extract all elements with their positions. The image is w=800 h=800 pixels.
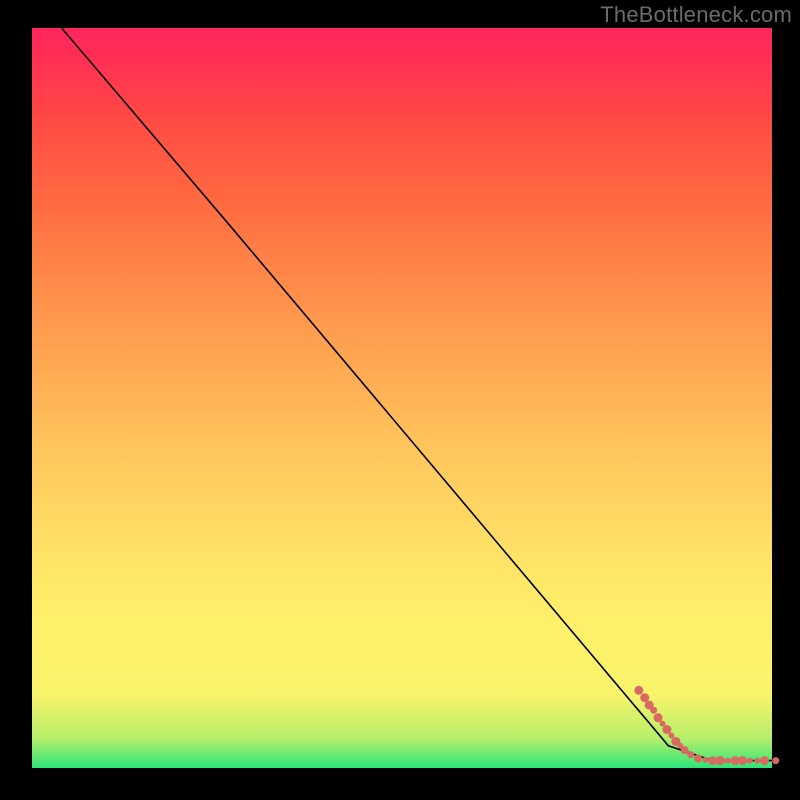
scatter-point bbox=[747, 758, 753, 764]
watermark-text: TheBottleneck.com bbox=[600, 2, 792, 28]
scatter-point bbox=[702, 757, 708, 763]
scatter-point bbox=[687, 751, 694, 758]
scatter-point bbox=[754, 758, 760, 764]
scatter-point bbox=[716, 756, 725, 765]
scatter-point bbox=[694, 754, 702, 762]
scatter-point bbox=[662, 725, 671, 734]
scatter-point bbox=[725, 758, 731, 764]
scatter-point bbox=[738, 756, 747, 765]
plot-area bbox=[32, 28, 772, 768]
scatter-point bbox=[772, 757, 779, 764]
chart-frame: TheBottleneck.com bbox=[0, 0, 800, 800]
scatter-point bbox=[760, 756, 769, 765]
chart-svg bbox=[32, 28, 772, 768]
scatter-point bbox=[634, 686, 643, 695]
chart-line bbox=[62, 28, 772, 761]
scatter-point bbox=[650, 707, 657, 714]
scatter-point bbox=[681, 746, 689, 754]
scatter-point bbox=[654, 713, 663, 722]
